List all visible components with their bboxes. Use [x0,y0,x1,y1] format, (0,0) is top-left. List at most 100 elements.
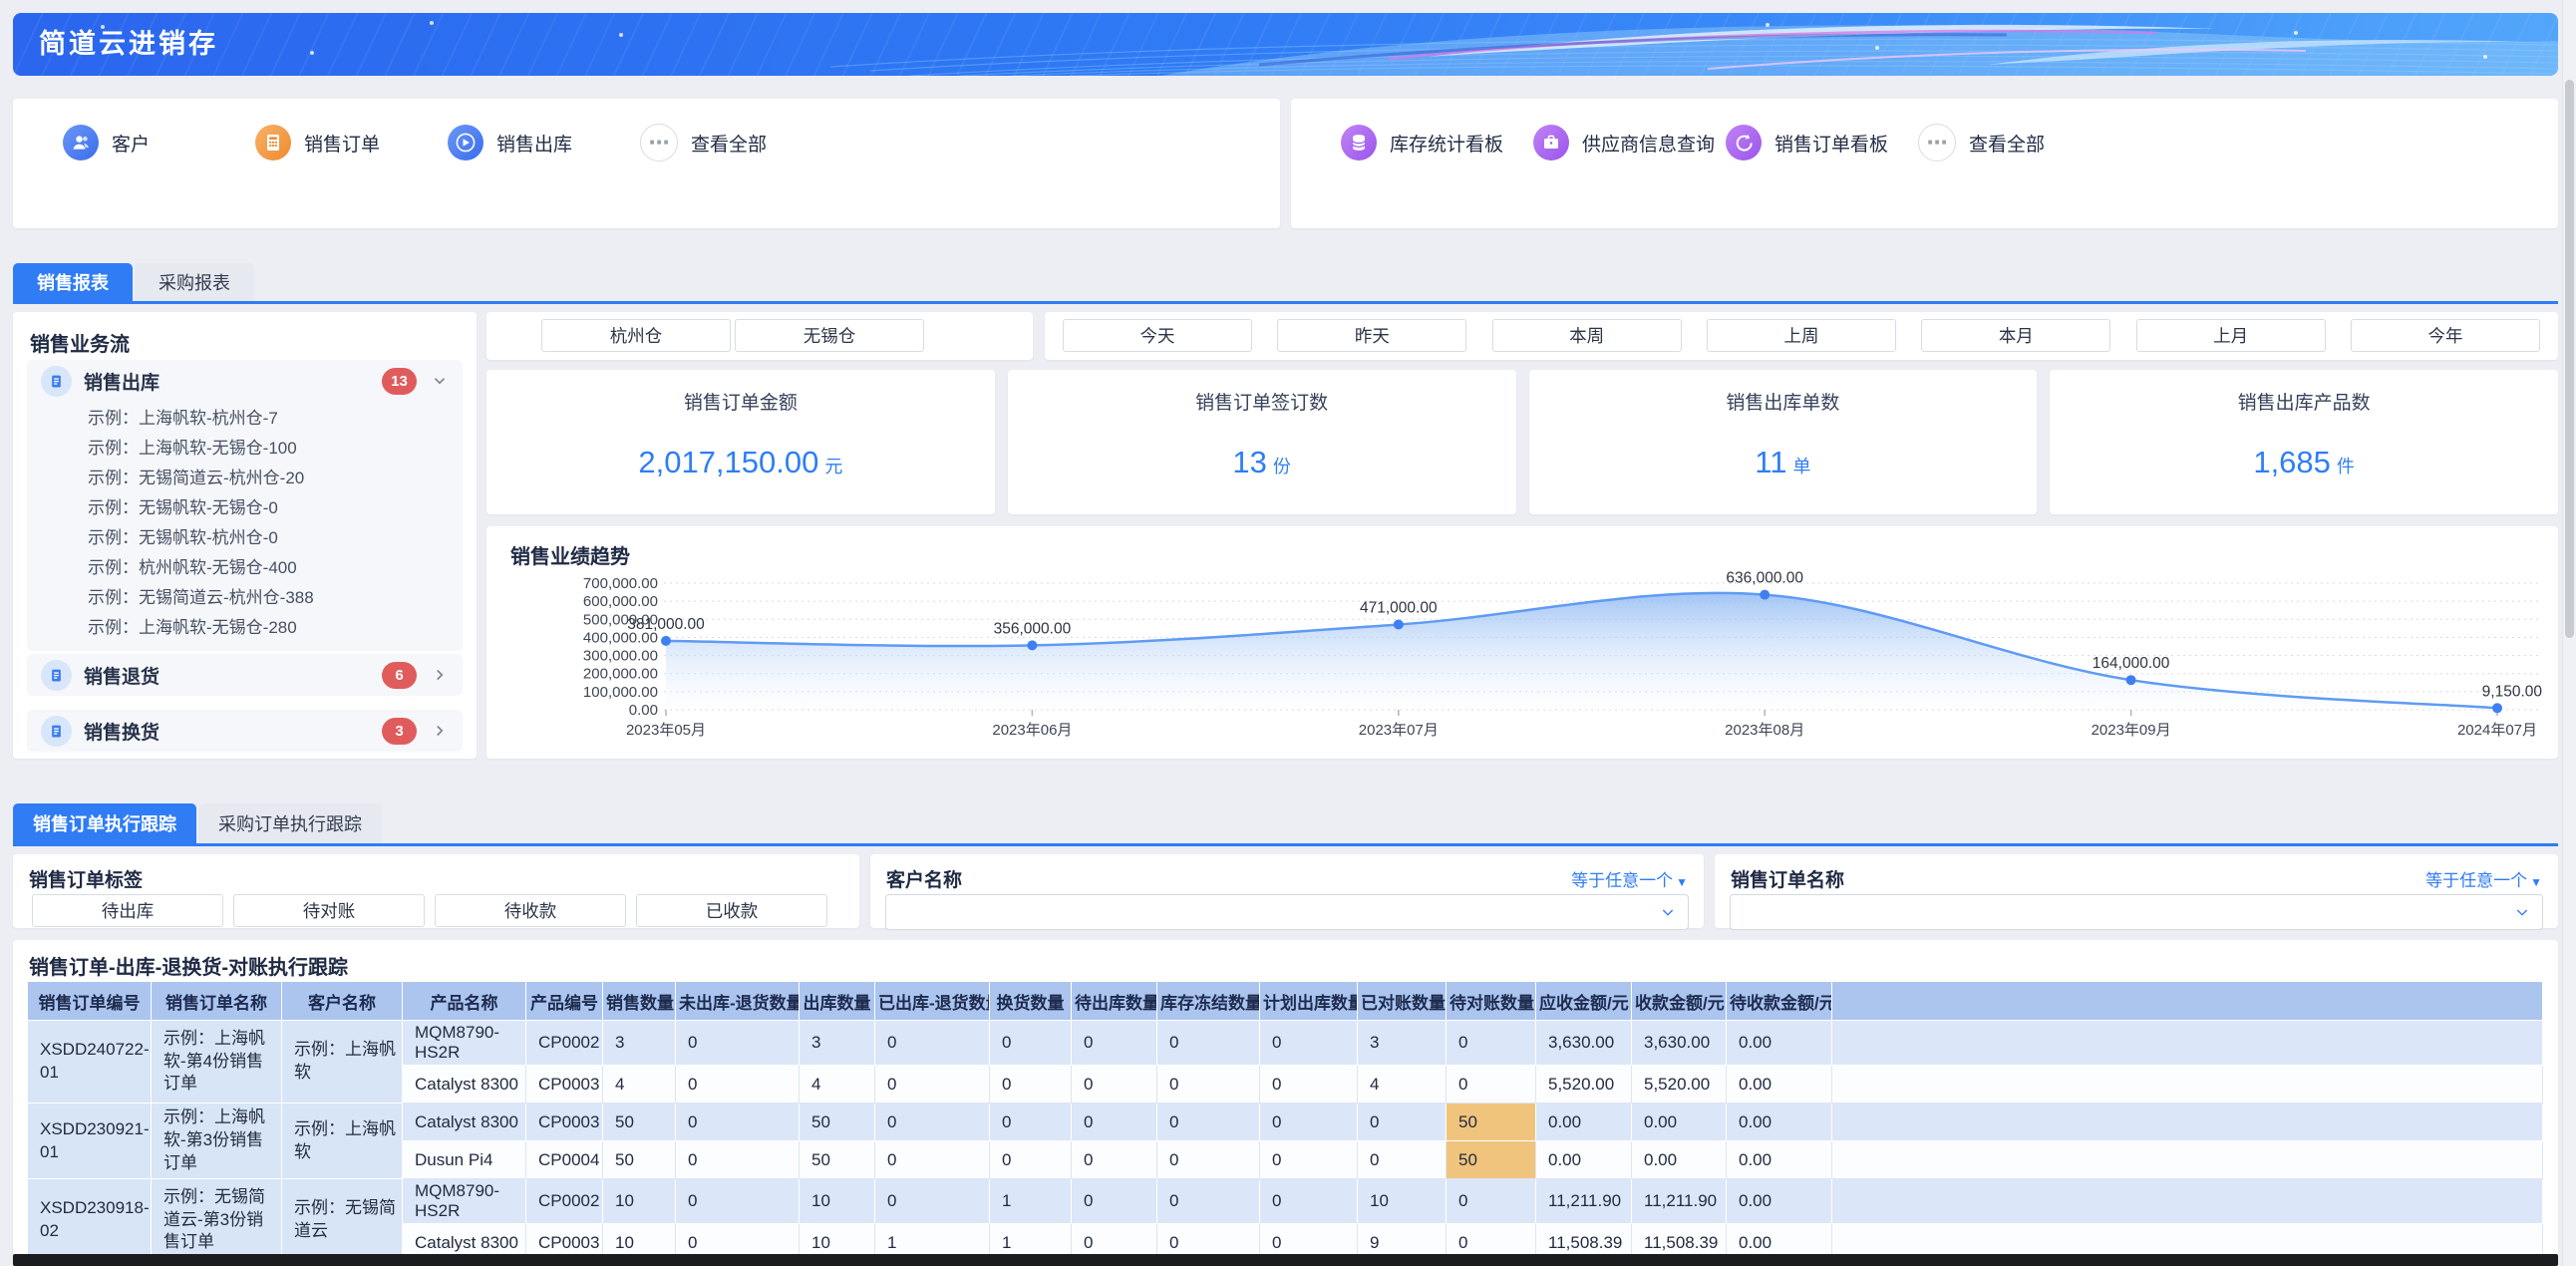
sales-flow-group-header[interactable]: 销售出库 13 [27,360,463,402]
order-name-cell: 示例：上海帆软-第4份销售订单 [152,1021,282,1104]
chevron-right-icon[interactable] [431,722,449,740]
count-badge: 3 [382,718,417,745]
date-range-button[interactable]: 本月 [1921,319,2110,352]
tab-sales-report[interactable]: 销售报表 [13,263,133,301]
horizontal-scrollbar[interactable] [13,1254,2558,1266]
table-row: Catalyst 8300CP000340400000405,520.005,5… [28,1066,2543,1104]
vertical-scrollbar-track[interactable] [2562,0,2576,1266]
sales-flow-item[interactable]: 示例：杭州帆软-无锡仓-400 [27,553,463,583]
quick-link-sales-order-board[interactable]: 销售订单看板 [1726,124,1918,161]
quick-link-view-all-right[interactable]: ⋯ 查看全部 [1918,124,2110,161]
table-cell: 0 [1260,1141,1358,1179]
table-cell: 50 [1447,1104,1536,1141]
sales-flow-item[interactable]: 示例：无锡简道云-杭州仓-20 [27,464,463,493]
table-cell: 0.00 [1727,1066,1832,1104]
svg-text:600,000.00: 600,000.00 [583,593,658,610]
table-cell: 50 [1447,1141,1536,1179]
warehouse-button[interactable]: 无锡仓 [735,319,924,352]
table-cell: CP0002 [526,1021,603,1066]
table-cell: 50 [603,1104,676,1141]
table-col-header: 客户名称 [282,982,403,1021]
chevron-down-icon[interactable] [431,372,449,390]
table-cell: 0.00 [1632,1104,1727,1141]
kpi-title: 销售出库单数 [1529,388,2038,415]
quick-link-customers[interactable]: 客户 [63,124,255,161]
table-cell: 0 [875,1066,990,1104]
chevron-right-icon[interactable] [431,666,449,684]
customer-icon [63,125,99,160]
quick-link-label: 销售订单 [304,130,380,157]
order-tag-button[interactable]: 待收款 [435,894,626,927]
sales-flow-item[interactable]: 示例：无锡简道云-杭州仓-388 [27,583,463,613]
sales-trend-chart: 0.00100,000.00200,000.00300,000.00400,00… [486,526,2558,759]
tab-purchase-report[interactable]: 采购报表 [135,263,254,301]
date-range-button[interactable]: 本周 [1492,319,1682,352]
sales-flow-group-header[interactable]: 销售退货 6 [27,654,463,696]
order-name-filter-card: 销售订单名称 等于任意一个▼ [1715,854,2558,928]
sales-flow-item[interactable]: 示例：上海帆软-无锡仓-100 [27,434,463,464]
order-name-select[interactable] [1730,894,2543,930]
table-cell: 0 [1157,1066,1260,1104]
order-tag-button[interactable]: 待对账 [233,894,425,927]
table-cell: 0 [1260,1066,1358,1104]
group-label: 销售换货 [84,718,382,745]
sales-order-icon [255,125,291,160]
document-icon [41,366,72,397]
sales-flow-item[interactable]: 示例：无锡帆软-无锡仓-0 [27,493,463,523]
sales-flow-group-outbound: 销售出库 13 示例：上海帆软-杭州仓-7示例：上海帆软-无锡仓-100示例：无… [27,360,463,651]
table-cell [1832,1066,2543,1104]
date-range-button[interactable]: 今天 [1063,319,1252,352]
warehouse-button[interactable]: 杭州仓 [541,319,731,352]
table-cell: 0 [1072,1141,1157,1179]
kpi-value: 13份 [1008,445,1516,480]
order-tag-filter-label: 销售订单标签 [29,865,143,892]
order-name-filter-operator[interactable]: 等于任意一个▼ [2425,866,2542,891]
table-cell: 3 [603,1021,676,1066]
order-tag-button[interactable]: 待出库 [32,894,223,927]
table-cell: 5,520.00 [1632,1066,1727,1104]
kpi-value: 1,685件 [2050,445,2558,480]
table-cell: 0 [1447,1179,1536,1224]
date-range-button[interactable]: 上周 [1707,319,1896,352]
chevron-down-icon [1660,904,1676,920]
quick-link-label: 查看全部 [1969,130,2045,157]
quick-link-supplier-query[interactable]: 供应商信息查询 [1533,124,1726,161]
svg-text:9,150.00: 9,150.00 [2482,683,2543,700]
tab-purchase-order-tracking[interactable]: 采购订单执行跟踪 [198,803,382,843]
quick-link-sales-order[interactable]: 销售订单 [255,124,448,161]
quick-link-inventory-board[interactable]: 库存统计看板 [1341,124,1533,161]
table-cell: 0 [990,1104,1072,1141]
date-filter-card: 今天昨天本周上周本月上月今年 [1045,312,2558,360]
dashboard-page: 简道云进销存 客户 销售订单 销售出库 [0,0,2576,1266]
tab-sales-order-tracking[interactable]: 销售订单执行跟踪 [13,803,196,843]
date-range-button[interactable]: 昨天 [1277,319,1466,352]
table-col-header: 产品名称 [403,982,526,1021]
quick-links-left-panel: 客户 销售订单 销售出库 ⋯ 查看全部 [13,99,1280,228]
table-cell: Dusun Pi4 [403,1141,526,1179]
customer-select[interactable] [885,894,1689,930]
table-cell: 0.00 [1536,1104,1632,1141]
quick-link-sales-outbound[interactable]: 销售出库 [448,124,640,161]
ellipsis-icon: ⋯ [640,124,678,161]
table-cell: 0.00 [1727,1104,1832,1141]
customer-filter-operator[interactable]: 等于任意一个▼ [1571,866,1688,891]
date-range-button[interactable]: 上月 [2136,319,2326,352]
date-range-button[interactable]: 今年 [2351,319,2540,352]
curve-arrow-icon [1726,125,1762,160]
sales-trend-chart-card: 销售业绩趋势 0.00100,000.00200,000.00300,000.0… [486,526,2558,759]
table-cell: 3,630.00 [1632,1021,1727,1066]
sales-outbound-icon [448,125,483,160]
sales-flow-group-header[interactable]: 销售换货 3 [27,710,463,752]
vertical-scrollbar-thumb[interactable] [2565,80,2574,638]
table-cell: 0 [875,1141,990,1179]
sales-flow-item[interactable]: 示例：上海帆软-无锡仓-280 [27,613,463,643]
order-no-cell: XSDD240722-01 [28,1021,152,1104]
quick-link-view-all-left[interactable]: ⋯ 查看全部 [640,124,832,161]
sales-flow-item[interactable]: 示例：无锡帆软-杭州仓-0 [27,523,463,553]
table-cell: 4 [603,1066,676,1104]
table-cell: 0.00 [1727,1141,1832,1179]
table-cell: 0 [1157,1141,1260,1179]
order-tag-button[interactable]: 已收款 [636,894,827,927]
sales-flow-item[interactable]: 示例：上海帆软-杭州仓-7 [27,404,463,434]
table-cell: 4 [800,1066,875,1104]
